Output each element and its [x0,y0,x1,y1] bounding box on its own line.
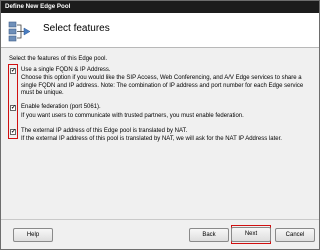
help-button[interactable]: Help [13,228,53,242]
wizard-header: Select features [1,13,319,48]
page-title: Select features [43,23,110,34]
checkbox-highlight-annotation [8,64,18,139]
single-fqdn-description: Choose this option if you would like the… [21,75,304,96]
back-button[interactable]: Back [189,228,229,242]
enable-federation-description: If you want users to communicate with tr… [21,113,244,119]
next-button[interactable]: Next [231,227,271,242]
topology-icon [8,21,31,42]
single-fqdn-label: Use a single FQDN & IP Address. [21,67,111,73]
cancel-button[interactable]: Cancel [275,228,315,242]
footer-divider [1,219,319,220]
nat-translation-label: The external IP address of this Edge poo… [21,128,188,134]
define-new-edge-pool-dialog: Define New Edge Pool Select features Sel… [0,0,320,250]
nat-translation-description: If the external IP address of this pool … [21,136,282,142]
intro-text: Select the features of this Edge pool. [9,56,108,62]
window-title: Define New Edge Pool [1,1,319,13]
enable-federation-label: Enable federation (port 5061). [21,104,101,110]
